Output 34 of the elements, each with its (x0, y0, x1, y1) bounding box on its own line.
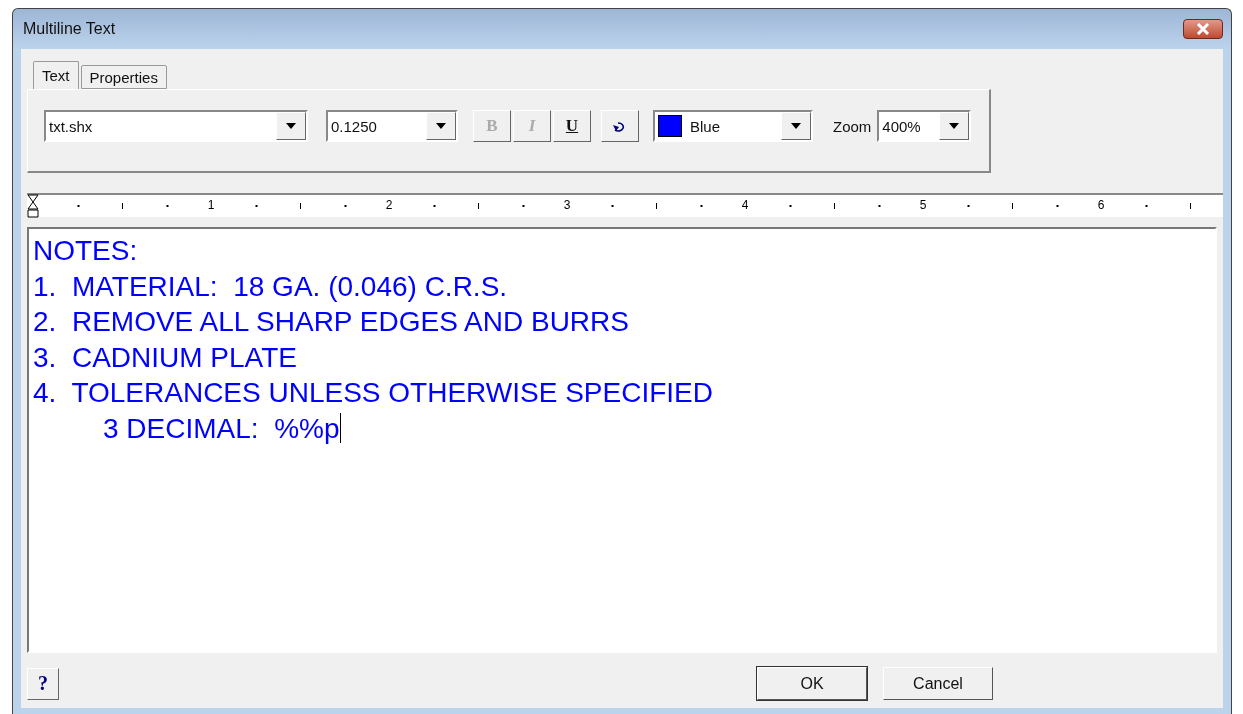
underline-button[interactable]: U (553, 110, 591, 142)
ruler-number: 2 (385, 198, 393, 212)
undo-button[interactable] (601, 110, 639, 142)
text-line: 3 DECIMAL: %%p (103, 411, 340, 446)
zoom-dropdown[interactable]: 400% (877, 110, 972, 142)
dropdown-arrow-icon (436, 123, 446, 129)
color-dropdown[interactable]: Blue (653, 110, 813, 142)
height-dropdown[interactable]: 0.1250 (326, 110, 458, 142)
window-title: Multiline Text (22, 20, 116, 38)
ruler-number: 5 (919, 198, 927, 212)
close-icon (1196, 23, 1210, 35)
text-line: 4. TOLERANCES UNLESS OTHERWISE SPECIFIED (33, 376, 713, 410)
tab[interactable]: Properties (80, 65, 167, 89)
text-line: 1. MATERIAL: 18 GA. (0.046) C.R.S. (33, 269, 508, 304)
text-editor[interactable]: NOTES: 1. MATERIAL: 18 GA. (0.046) C.R.S. 2. REMOVE ALL SHARP EDGES AND BURRS 3. CADNIUM PLATE 4. TOLERANCES UNLESS OTHERWISE SPECIFIED 3 DECIMAL: %%p (27, 227, 1217, 653)
ruler-number: 3 (563, 198, 571, 212)
close-button[interactable] (1183, 19, 1223, 39)
ruler-number: 1 (207, 198, 215, 212)
text-line: NOTES: (33, 234, 138, 268)
ruler-number: 4 (741, 198, 749, 212)
cancel-button[interactable]: Cancel (883, 667, 993, 700)
ruler-number: 6 (1097, 198, 1105, 212)
text-line: 2. REMOVE ALL SHARP EDGES AND BURRS (33, 305, 629, 339)
font-dropdown[interactable]: txt.shx (44, 110, 308, 142)
text-line: 3. CADNIUM PLATE (33, 340, 297, 375)
help-button[interactable]: ? (27, 667, 59, 700)
dropdown-arrow-icon (949, 123, 960, 129)
dropdown-arrow-icon (286, 123, 296, 129)
tab[interactable]: Text (33, 61, 79, 89)
zoom-label: Zoom (833, 118, 872, 135)
text-cursor (339, 413, 341, 444)
indent-marker-icon[interactable] (27, 194, 39, 218)
dropdown-arrow-icon (791, 123, 801, 129)
ok-button[interactable]: OK (757, 667, 867, 700)
